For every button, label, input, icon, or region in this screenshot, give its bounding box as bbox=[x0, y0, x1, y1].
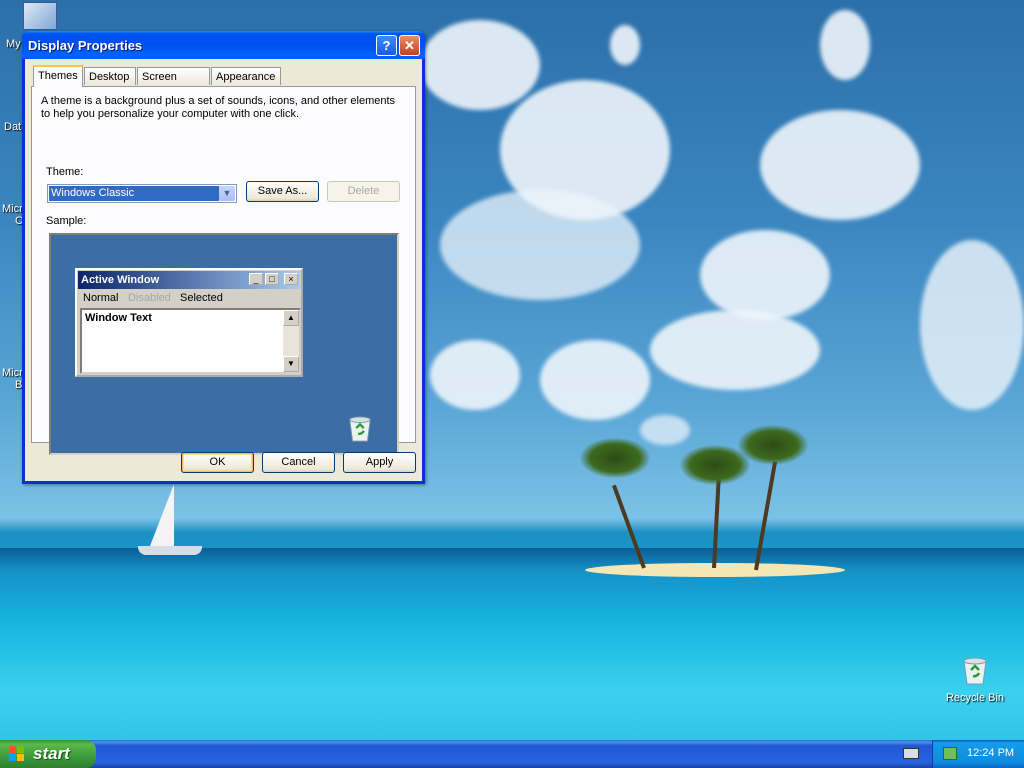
sea bbox=[0, 548, 1024, 740]
sample-menu-selected: Selected bbox=[180, 292, 223, 304]
scroll-down-icon: ▼ bbox=[283, 356, 299, 372]
minimize-icon: _ bbox=[249, 273, 263, 285]
sample-menu-disabled: Disabled bbox=[128, 292, 171, 304]
cloud bbox=[760, 110, 920, 220]
sailboat-hull bbox=[138, 546, 202, 555]
apply-button[interactable]: Apply bbox=[343, 452, 416, 473]
sample-menu-normal: Normal bbox=[83, 292, 119, 304]
cancel-button[interactable]: Cancel bbox=[262, 452, 335, 473]
cloud bbox=[820, 10, 870, 80]
sample-scrollbar: ▲ ▼ bbox=[283, 310, 299, 372]
close-icon: × bbox=[284, 273, 298, 285]
dialog-client-area: Themes Desktop Screen Saver Appearance A… bbox=[25, 59, 422, 481]
desktop-icon-label[interactable]: Dat bbox=[4, 121, 21, 133]
tab-desktop[interactable]: Desktop bbox=[84, 67, 136, 85]
themes-description: A theme is a background plus a set of so… bbox=[41, 95, 396, 120]
cloud bbox=[540, 340, 650, 420]
theme-select-value: Windows Classic bbox=[49, 186, 219, 201]
network-tray-icon[interactable] bbox=[943, 747, 957, 760]
cloud bbox=[430, 340, 520, 410]
recycle-bin-desktop-icon[interactable]: Recycle Bin bbox=[944, 656, 1006, 704]
dialog-title: Display Properties bbox=[28, 38, 143, 53]
cloud bbox=[610, 25, 640, 65]
delete-button[interactable]: Delete bbox=[327, 181, 400, 202]
recycle-bin-icon bbox=[963, 657, 987, 685]
recycle-bin-label: Recycle Bin bbox=[945, 692, 1005, 704]
palm-leaves bbox=[580, 438, 650, 478]
cloud bbox=[700, 230, 830, 320]
theme-label: Theme: bbox=[46, 166, 84, 178]
cloud bbox=[650, 310, 820, 390]
system-tray: 12:24 PM bbox=[932, 740, 1024, 768]
tab-themes[interactable]: Themes bbox=[33, 65, 83, 87]
clock[interactable]: 12:24 PM bbox=[967, 747, 1014, 759]
recycle-bin-icon bbox=[349, 416, 371, 442]
display-properties-dialog: Display Properties ? ✕ Themes Desktop Sc… bbox=[22, 31, 425, 484]
scroll-up-icon: ▲ bbox=[283, 310, 299, 326]
close-button[interactable]: ✕ bbox=[399, 35, 420, 56]
tab-appearance[interactable]: Appearance bbox=[211, 67, 281, 85]
keyboard-icon[interactable] bbox=[903, 748, 919, 759]
taskbar: start 12:24 PM bbox=[0, 740, 1024, 768]
my-computer-icon[interactable] bbox=[23, 2, 57, 30]
sample-window-text: Window Text bbox=[85, 312, 152, 324]
sailboat-sail bbox=[150, 484, 174, 546]
theme-select[interactable]: Windows Classic ▼ bbox=[47, 184, 237, 203]
cloud bbox=[420, 20, 540, 110]
sample-label: Sample: bbox=[46, 215, 87, 227]
dialog-titlebar[interactable]: Display Properties ? ✕ bbox=[22, 31, 425, 59]
sample-window: Active Window _ □ × Normal Disabled Sele… bbox=[75, 268, 303, 377]
ok-button[interactable]: OK bbox=[181, 452, 254, 473]
cloud bbox=[640, 415, 690, 445]
start-label: start bbox=[33, 744, 70, 763]
sample-text-area: Window Text ▲ ▼ bbox=[80, 308, 301, 374]
help-button[interactable]: ? bbox=[376, 35, 397, 56]
tab-screen-saver[interactable]: Screen Saver bbox=[137, 67, 210, 101]
windows-logo-icon bbox=[9, 746, 25, 762]
save-as-button[interactable]: Save As... bbox=[246, 181, 319, 202]
cloud bbox=[440, 190, 640, 300]
cloud bbox=[920, 240, 1024, 410]
maximize-icon: □ bbox=[265, 273, 279, 285]
desktop-icon-label[interactable]: My bbox=[6, 38, 21, 50]
chevron-down-icon[interactable]: ▼ bbox=[219, 186, 235, 201]
palm-leaves bbox=[738, 425, 808, 465]
start-button[interactable]: start bbox=[0, 740, 96, 768]
theme-sample-preview: Active Window _ □ × Normal Disabled Sele… bbox=[49, 233, 399, 455]
